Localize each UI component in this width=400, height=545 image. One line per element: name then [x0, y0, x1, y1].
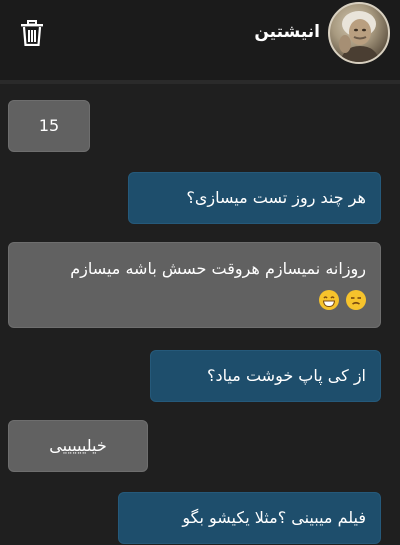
message-bubble-incoming[interactable]: 15: [8, 100, 90, 152]
message-bubble-outgoing[interactable]: فیلم میبینی ؟مثلا یکیشو بگو: [118, 492, 381, 544]
avatar-image: [339, 11, 380, 62]
avatar[interactable]: [328, 2, 390, 64]
message-bubble-incoming[interactable]: روزانه نمیسازم هروقت حسش باشه میسازم: [8, 242, 381, 328]
chat-screen: انیشتین 15 هر چند روز تست میسازی؟ روزانه…: [0, 0, 400, 545]
unamused-face-icon: [346, 289, 366, 310]
message-text: 15: [38, 116, 60, 135]
emoji-row: [23, 285, 366, 311]
chat-header: انیشتین: [0, 0, 400, 81]
message-text: از کی پاپ خوشت میاد؟: [206, 366, 366, 385]
message-text: فیلم میبینی ؟مثلا یکیشو بگو: [182, 508, 366, 527]
message-bubble-outgoing[interactable]: از کی پاپ خوشت میاد؟: [150, 350, 381, 402]
contact-name[interactable]: انیشتین: [254, 22, 320, 42]
delete-chat-button[interactable]: [20, 20, 44, 47]
grinning-face-icon: [318, 289, 339, 310]
message-bubble-incoming[interactable]: خیلیییییی: [8, 420, 148, 472]
message-bubble-outgoing[interactable]: هر چند روز تست میسازی؟: [128, 172, 381, 224]
message-text: هر چند روز تست میسازی؟: [186, 188, 366, 207]
trash-icon: [21, 20, 43, 47]
message-list[interactable]: 15 هر چند روز تست میسازی؟ روزانه نمیسازم…: [0, 84, 400, 545]
message-text: روزانه نمیسازم هروقت حسش باشه میسازم: [70, 259, 366, 278]
message-text: خیلیییییی: [49, 436, 107, 455]
